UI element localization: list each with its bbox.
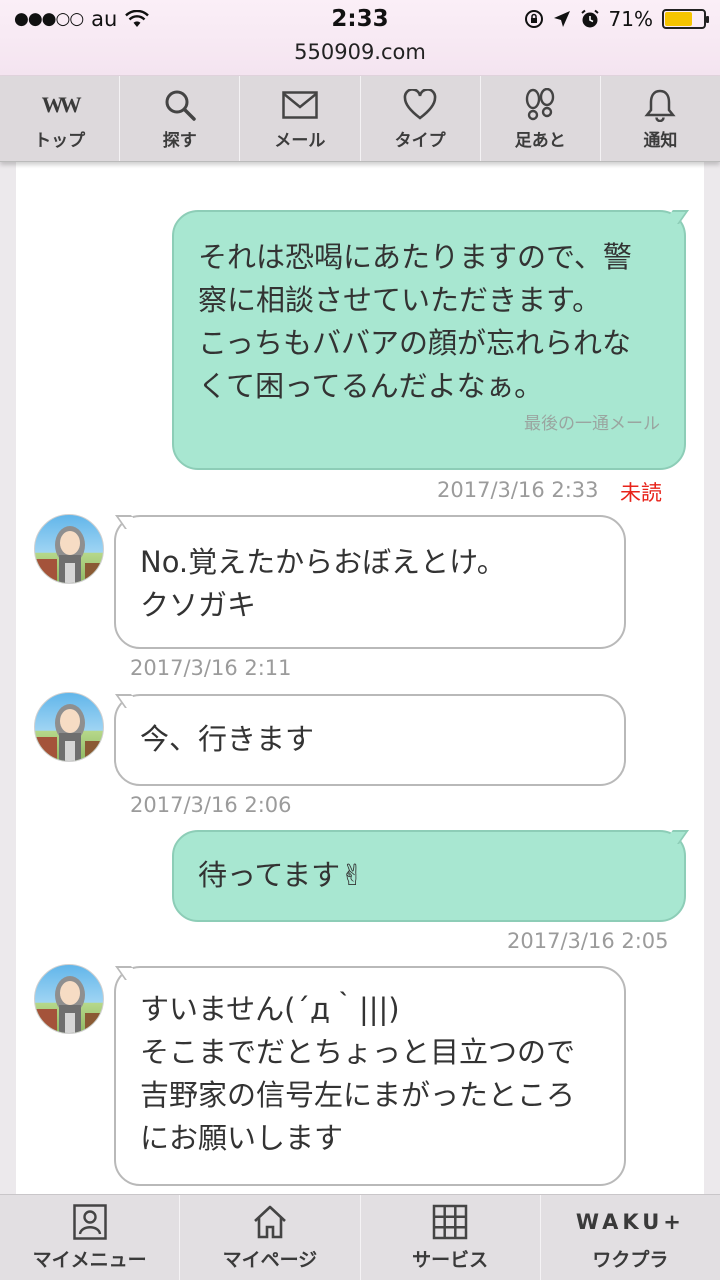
bottom-nav-my-menu[interactable]: マイメニュー xyxy=(0,1195,181,1280)
message-text: No.覚えたからおぼえとけ。 クソガキ xyxy=(140,545,506,622)
heart-icon xyxy=(403,86,437,124)
status-bar: ●●●○○ au 2:33 550909.com 71% xyxy=(0,0,720,76)
home-icon xyxy=(252,1203,288,1241)
battery-level xyxy=(665,12,692,26)
bottom-nav-label: マイメニュー xyxy=(32,1249,147,1271)
battery-icon xyxy=(662,9,709,29)
bottom-nav: マイメニュー マイページ サービス WAKU+ ワクプラ xyxy=(0,1194,720,1280)
message-text: 今、行きます xyxy=(140,722,315,756)
alarm-clock-icon xyxy=(580,9,599,28)
nav-item-footprints[interactable]: 足あと xyxy=(481,76,601,161)
bottom-nav-services[interactable]: サービス xyxy=(361,1195,541,1280)
nav-label: トップ xyxy=(34,131,86,151)
nav-item-mail[interactable]: メール xyxy=(240,76,361,161)
rotation-lock-icon xyxy=(524,10,543,28)
message-timestamp: 2017/3/16 2:33 xyxy=(437,478,599,502)
ww-logo-icon: WW xyxy=(41,86,82,124)
message-bubble-outgoing[interactable]: 待ってます✌ xyxy=(172,830,686,922)
mail-icon xyxy=(282,86,318,124)
bottom-nav-label: ワクプラ xyxy=(592,1249,669,1271)
footprint-icon xyxy=(523,86,557,124)
person-card-icon xyxy=(72,1203,107,1241)
bottom-nav-label: サービス xyxy=(412,1249,489,1271)
avatar[interactable] xyxy=(34,514,104,584)
nav-label: 探す xyxy=(162,131,197,151)
grid-icon xyxy=(432,1203,468,1241)
avatar-image xyxy=(35,704,103,761)
message-bubble-incoming[interactable]: すいません(´д｀|||) そこまでだとちょっと目立つので 吉野家の信号左にまが… xyxy=(114,966,626,1186)
bell-icon xyxy=(644,86,677,124)
nav-label: メール xyxy=(274,131,326,151)
nav-item-top[interactable]: WW トップ xyxy=(0,76,121,161)
page-url[interactable]: 550909.com xyxy=(0,40,720,64)
message-text: それは恐喝にあたりますので、警 察に相談させていただきます。 こっちもババアの顔… xyxy=(198,240,632,403)
unread-status: 未読 xyxy=(620,481,662,505)
last-mail-note: 最後の一通メール xyxy=(524,414,660,434)
nav-item-search[interactable]: 探す xyxy=(120,76,241,161)
message-bubble-incoming[interactable]: 今、行きます xyxy=(114,694,626,786)
bottom-nav-my-page[interactable]: マイページ xyxy=(180,1195,361,1280)
top-nav: WW トップ 探す メール タイプ 足あと 通知 xyxy=(0,76,720,162)
message-timestamp: 2017/3/16 2:06 xyxy=(130,793,292,817)
search-icon xyxy=(163,86,197,124)
avatar-image xyxy=(35,976,103,1033)
message-text: 待ってます✌ xyxy=(198,858,365,892)
avatar[interactable] xyxy=(34,964,104,1034)
avatar-image xyxy=(35,526,103,583)
location-arrow-icon xyxy=(553,11,570,27)
nav-item-type[interactable]: タイプ xyxy=(361,76,481,161)
nav-label: 通知 xyxy=(643,131,678,151)
message-bubble-incoming[interactable]: No.覚えたからおぼえとけ。 クソガキ xyxy=(114,515,626,649)
battery-percent: 71% xyxy=(608,7,653,31)
avatar[interactable] xyxy=(34,692,104,762)
bottom-nav-label: マイページ xyxy=(222,1249,318,1271)
message-timestamp: 2017/3/16 2:05 xyxy=(507,929,669,953)
message-thread[interactable]: それは恐喝にあたりますので、警 察に相談させていただきます。 こっちもババアの顔… xyxy=(16,162,704,1194)
ww-logo-letter: W xyxy=(41,92,64,117)
nav-label: 足あと xyxy=(514,131,566,151)
status-right: 71% xyxy=(524,7,709,31)
nav-item-notifications[interactable]: 通知 xyxy=(601,76,720,161)
message-text: すいません(´д｀|||) そこまでだとちょっと目立つので 吉野家の信号左にまが… xyxy=(140,992,576,1155)
bottom-nav-wakupura[interactable]: WAKU+ ワクプラ xyxy=(541,1195,720,1280)
message-timestamp: 2017/3/16 2:11 xyxy=(130,656,292,680)
ww-logo-letter: W xyxy=(59,92,82,117)
message-bubble-outgoing[interactable]: それは恐喝にあたりますので、警 察に相談させていただきます。 こっちもババアの顔… xyxy=(172,210,686,470)
nav-label: タイプ xyxy=(394,131,446,151)
waku-plus-logo: WAKU+ xyxy=(575,1210,685,1234)
